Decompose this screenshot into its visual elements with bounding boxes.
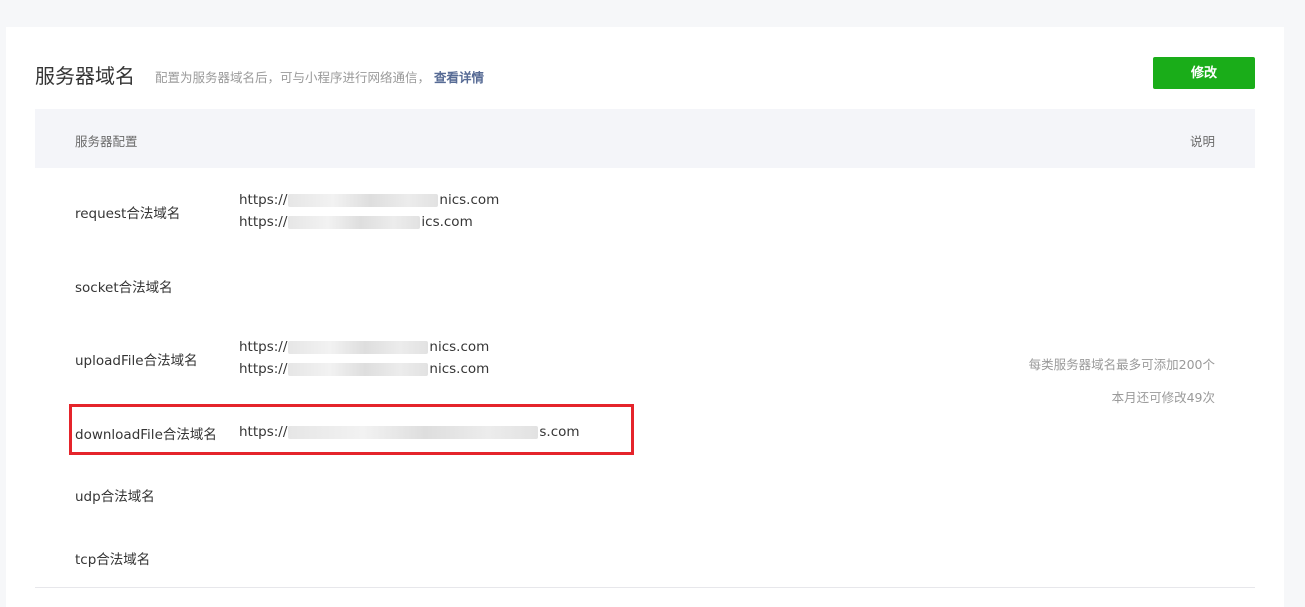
uploadfile-domain-1: https://nics.com <box>239 339 490 355</box>
table-bottom-divider <box>35 587 1255 588</box>
downloadfile-domain-label: downloadFile合法域名 <box>75 427 217 443</box>
table-header: 服务器配置 说明 <box>35 109 1255 168</box>
downloadfile-domain-1: https://s.com <box>239 424 580 440</box>
subtitle-text: 配置为服务器域名后，可与小程序进行网络通信， <box>155 70 431 85</box>
section-subtitle: 配置为服务器域名后，可与小程序进行网络通信， 查看详情 <box>155 67 484 86</box>
request-domain-1: https://nics.com <box>239 192 500 208</box>
tcp-domain-label: tcp合法域名 <box>75 552 151 568</box>
request-domain-2: https://ics.com <box>239 214 473 230</box>
uploadfile-domain-2: https://nics.com <box>239 361 490 377</box>
domain-limit-note: 每类服务器域名最多可添加200个 <box>1028 357 1215 372</box>
view-details-link[interactable]: 查看详情 <box>434 70 484 85</box>
header-description: 说明 <box>1189 134 1215 149</box>
udp-domain-label: udp合法域名 <box>75 489 155 505</box>
remaining-changes-note: 本月还可修改49次 <box>1111 390 1215 405</box>
socket-domain-label: socket合法域名 <box>75 280 173 296</box>
modify-button[interactable]: 修改 <box>1153 57 1255 89</box>
section-title: 服务器域名 <box>35 64 135 88</box>
request-domain-label: request合法域名 <box>75 206 181 222</box>
header-server-config: 服务器配置 <box>75 134 138 149</box>
downloadfile-domain-values: https://s.com <box>239 421 580 443</box>
request-domain-values: https://nics.com https://ics.com <box>239 189 499 233</box>
server-domain-card: 服务器域名 配置为服务器域名后，可与小程序进行网络通信， 查看详情 修改 服务器配… <box>6 27 1284 607</box>
uploadfile-domain-label: uploadFile合法域名 <box>75 353 198 369</box>
uploadfile-domain-values: https://nics.com https://nics.com <box>239 336 489 380</box>
